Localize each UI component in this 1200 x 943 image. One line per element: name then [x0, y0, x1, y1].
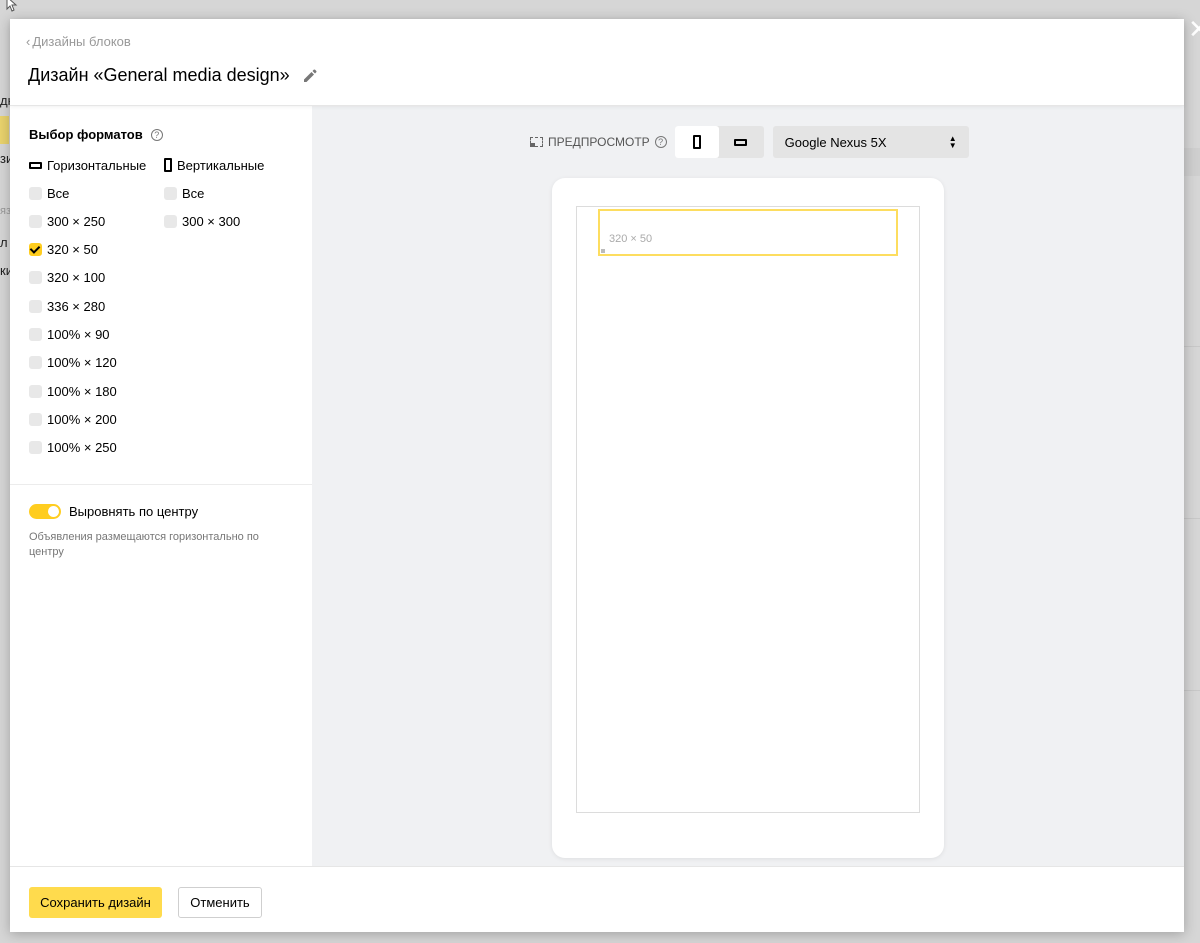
preview-area: ПРЕДПРОСМОТР ? Google Nexus 5X ▲ ▼ 320 × …	[312, 106, 1184, 866]
device-select[interactable]: Google Nexus 5X ▲ ▼	[772, 126, 969, 158]
format-option-label: 300 × 250	[47, 213, 106, 229]
checkbox[interactable]	[29, 441, 42, 455]
format-option-100x180[interactable]: 100% × 180	[29, 383, 146, 399]
portrait-icon	[692, 135, 701, 149]
background-divider	[1184, 690, 1200, 691]
background-divider	[1184, 346, 1200, 347]
background-panel-fragment	[1184, 148, 1200, 176]
page-title: Дизайн «General media design»	[28, 65, 290, 85]
formats-title: Выбор форматов	[29, 127, 143, 142]
checkbox[interactable]	[29, 327, 42, 341]
align-center-row: Выровнять по центру	[29, 504, 198, 519]
checkbox[interactable]	[29, 356, 42, 370]
formats-panel: Выбор форматов ? Горизонтальные Все 300 …	[10, 106, 312, 866]
background-divider	[1184, 518, 1200, 519]
checkbox[interactable]	[164, 214, 177, 228]
horizontal-formats-label: Горизонтальные	[47, 157, 147, 173]
checkbox-checked[interactable]	[29, 243, 42, 257]
cancel-button[interactable]: Отменить	[178, 887, 262, 918]
title-row: Дизайн «General media design»	[28, 65, 318, 86]
preview-label-text: ПРЕДПРОСМОТР	[548, 135, 650, 149]
format-option-all-vertical[interactable]: Все	[164, 185, 264, 201]
resize-handle[interactable]	[601, 249, 605, 253]
format-option-100x90[interactable]: 100% × 90	[29, 326, 146, 342]
format-option-320x50[interactable]: 320 × 50	[29, 242, 146, 258]
background-selected-item	[0, 116, 9, 144]
format-option-label: Все	[47, 185, 70, 201]
format-option-all-horizontal[interactable]: Все	[29, 185, 146, 201]
format-option-label: 100% × 120	[47, 355, 117, 371]
format-option-label: 100% × 250	[47, 440, 117, 456]
background-text-fragment: л	[0, 235, 8, 250]
format-option-label: 336 × 280	[47, 298, 106, 314]
orientation-switch	[674, 126, 764, 158]
format-option-320x100[interactable]: 320 × 100	[29, 270, 146, 286]
ad-block-preview[interactable]: 320 × 50	[598, 209, 898, 256]
align-center-description: Объявления размещаются горизонтально по …	[29, 531, 259, 558]
checkbox[interactable]	[29, 299, 42, 313]
format-option-100x120[interactable]: 100% × 120	[29, 355, 146, 371]
checkbox[interactable]	[29, 384, 42, 398]
device-select-value: Google Nexus 5X	[784, 134, 887, 150]
format-option-100x200[interactable]: 100% × 200	[29, 411, 146, 427]
phone-screen: 320 × 50	[576, 206, 920, 813]
close-icon[interactable]: ✕	[1188, 16, 1200, 44]
formats-section-title: Выбор форматов ?	[29, 127, 163, 142]
phone-frame: 320 × 50	[552, 178, 944, 858]
format-option-100x250[interactable]: 100% × 250	[29, 440, 146, 456]
ad-size-label: 320 × 50	[609, 233, 653, 245]
checkbox[interactable]	[29, 186, 42, 200]
checkbox[interactable]	[29, 214, 42, 228]
align-center-toggle[interactable]	[29, 504, 61, 519]
modal-header: ‹ Дизайны блоков Дизайн «General media d…	[10, 19, 1184, 106]
back-link[interactable]: ‹ Дизайны блоков	[26, 34, 131, 49]
back-link-label: Дизайны блоков	[32, 34, 131, 49]
save-design-button[interactable]: Сохранить дизайн	[29, 887, 162, 918]
format-option-336x280[interactable]: 336 × 280	[29, 298, 146, 314]
vertical-formats-header: Вертикальные	[164, 157, 264, 173]
checkbox[interactable]	[29, 271, 42, 285]
vertical-formats-label: Вертикальные	[177, 157, 265, 173]
mouse-cursor-icon	[6, 0, 18, 12]
format-option-label: 300 × 300	[182, 213, 241, 229]
format-option-300x300[interactable]: 300 × 300	[164, 213, 264, 229]
preview-toolbar: ПРЕДПРОСМОТР ? Google Nexus 5X ▲ ▼	[530, 126, 969, 158]
divider	[10, 484, 312, 485]
format-option-label: 100% × 200	[47, 411, 117, 427]
preview-icon	[530, 137, 543, 147]
select-arrows-icon: ▲ ▼	[948, 134, 957, 150]
chevron-left-icon: ‹	[26, 34, 31, 49]
design-modal: ‹ Дизайны блоков Дизайн «General media d…	[10, 19, 1184, 932]
vertical-formats-column: Вертикальные Все 300 × 300	[164, 157, 264, 242]
format-option-label: Все	[182, 185, 205, 201]
landscape-icon	[734, 138, 748, 146]
format-option-label: 320 × 100	[47, 270, 106, 286]
format-option-label: 320 × 50	[47, 242, 98, 258]
format-option-300x250[interactable]: 300 × 250	[29, 213, 146, 229]
help-icon[interactable]: ?	[150, 128, 163, 141]
format-option-label: 100% × 180	[47, 383, 117, 399]
portrait-button[interactable]	[674, 126, 719, 158]
checkbox[interactable]	[29, 412, 42, 426]
pencil-icon[interactable]	[302, 68, 318, 84]
modal-footer: Сохранить дизайн Отменить	[10, 866, 1184, 932]
horizontal-formats-header: Горизонтальные	[29, 157, 146, 173]
landscape-button[interactable]	[719, 126, 763, 158]
horizontal-formats-column: Горизонтальные Все 300 × 250 320 × 50 32…	[29, 157, 146, 468]
format-option-label: 100% × 90	[47, 326, 110, 342]
vertical-shape-icon	[164, 158, 172, 172]
horizontal-shape-icon	[29, 161, 42, 169]
align-center-label: Выровнять по центру	[69, 504, 199, 519]
preview-label: ПРЕДПРОСМОТР ?	[530, 135, 667, 149]
help-icon[interactable]: ?	[654, 136, 667, 148]
checkbox[interactable]	[164, 186, 177, 200]
